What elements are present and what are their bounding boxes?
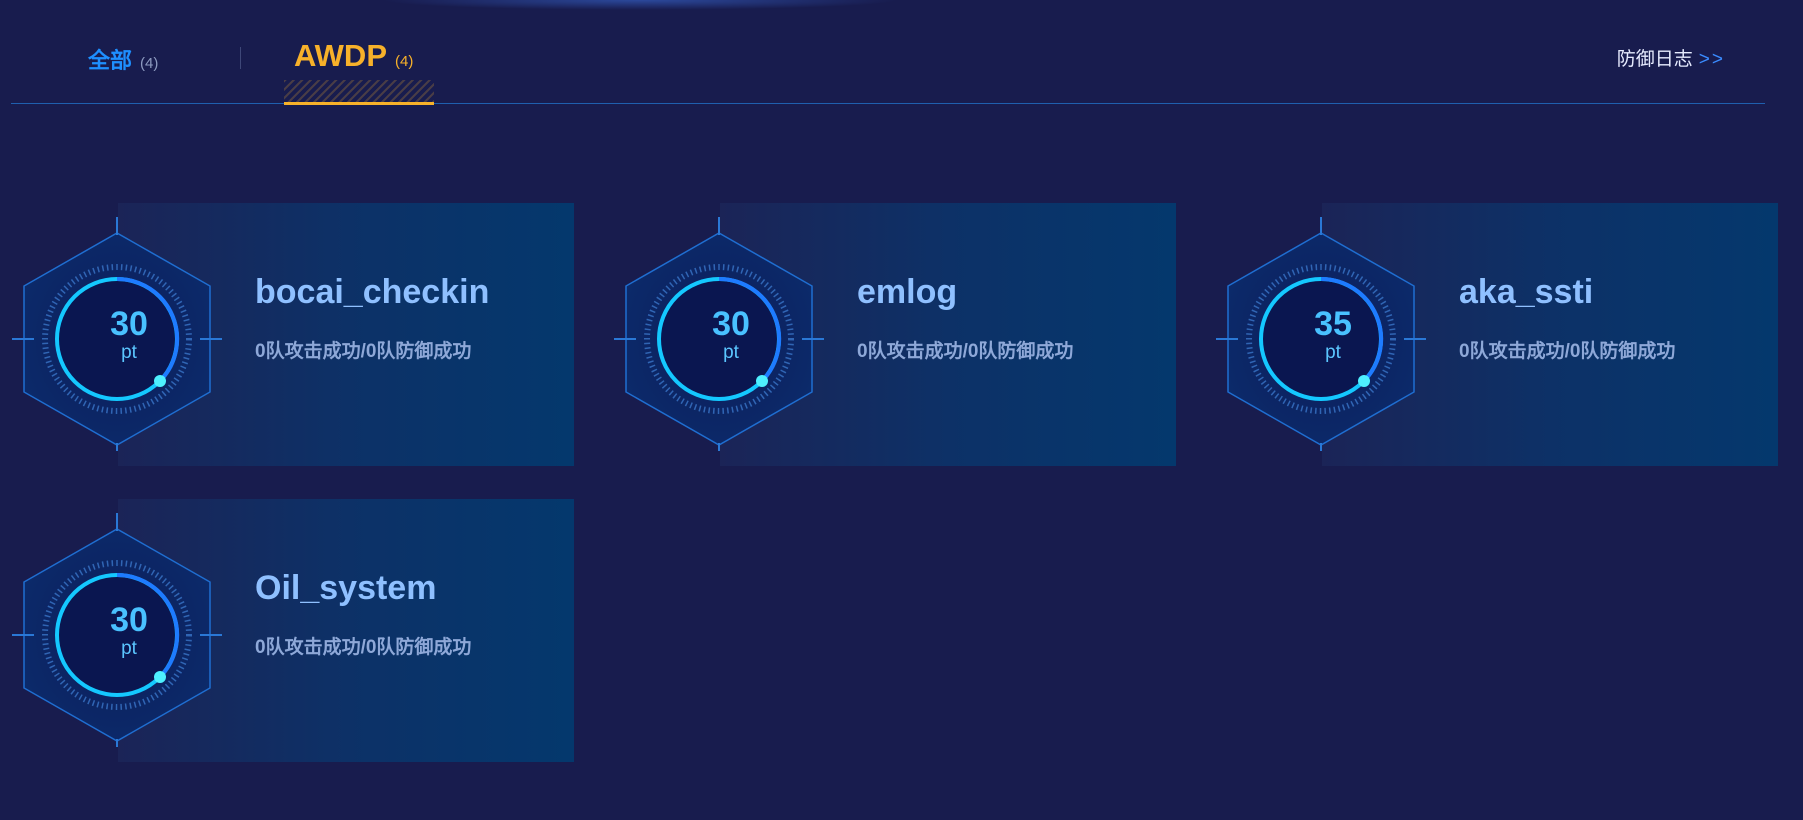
challenge-card[interactable]: 35 pt aka_ssti 0队攻击成功/0队防御成功: [1216, 203, 1778, 466]
tab-awdp-label: AWDP: [294, 38, 387, 73]
tab-all[interactable]: 全部 (4): [88, 43, 158, 75]
tab-all-count: (4): [140, 55, 159, 72]
score-unit: pt: [1325, 342, 1341, 363]
challenge-stats: 0队攻击成功/0队防御成功: [255, 637, 472, 658]
defense-log-link[interactable]: 防御日志 >>: [1617, 44, 1725, 71]
tab-separator: [240, 47, 241, 69]
challenge-stats: 0队攻击成功/0队防御成功: [255, 341, 472, 362]
challenge-stats: 0队攻击成功/0队防御成功: [857, 341, 1074, 362]
active-tab-indicator: [284, 80, 434, 105]
score-value: 30: [110, 601, 148, 639]
challenge-card[interactable]: 30 pt bocai_checkin 0队攻击成功/0队防御成功: [12, 203, 574, 466]
challenge-title: aka_ssti: [1459, 273, 1594, 311]
challenge-card[interactable]: 30 pt emlog 0队攻击成功/0队防御成功: [614, 203, 1176, 466]
double-chevron-right-icon: >>: [1698, 49, 1725, 70]
tab-awdp[interactable]: AWDP (4): [294, 38, 413, 74]
score-unit: pt: [723, 342, 739, 363]
challenge-title: emlog: [857, 273, 958, 311]
hexagon-score-gauge: 35 pt: [1216, 213, 1450, 451]
hexagon-score-gauge: 30 pt: [12, 509, 246, 747]
tab-all-label: 全部: [88, 48, 133, 73]
hexagon-score-gauge: 30 pt: [12, 213, 246, 451]
challenge-card[interactable]: 30 pt Oil_system 0队攻击成功/0队防御成功: [12, 499, 574, 762]
score-value: 30: [712, 305, 750, 343]
challenge-title: bocai_checkin: [255, 273, 490, 311]
challenge-title: Oil_system: [255, 569, 437, 607]
score-unit: pt: [121, 342, 137, 363]
hexagon-score-gauge: 30 pt: [614, 213, 848, 451]
tab-bar: 全部 (4) AWDP (4) 防御日志 >>: [11, 0, 1765, 105]
challenge-stats: 0队攻击成功/0队防御成功: [1459, 341, 1676, 362]
score-value: 35: [1314, 305, 1352, 343]
score-unit: pt: [121, 638, 137, 659]
tab-awdp-count: (4): [395, 53, 414, 70]
score-value: 30: [110, 305, 148, 343]
defense-log-label: 防御日志: [1616, 49, 1693, 70]
